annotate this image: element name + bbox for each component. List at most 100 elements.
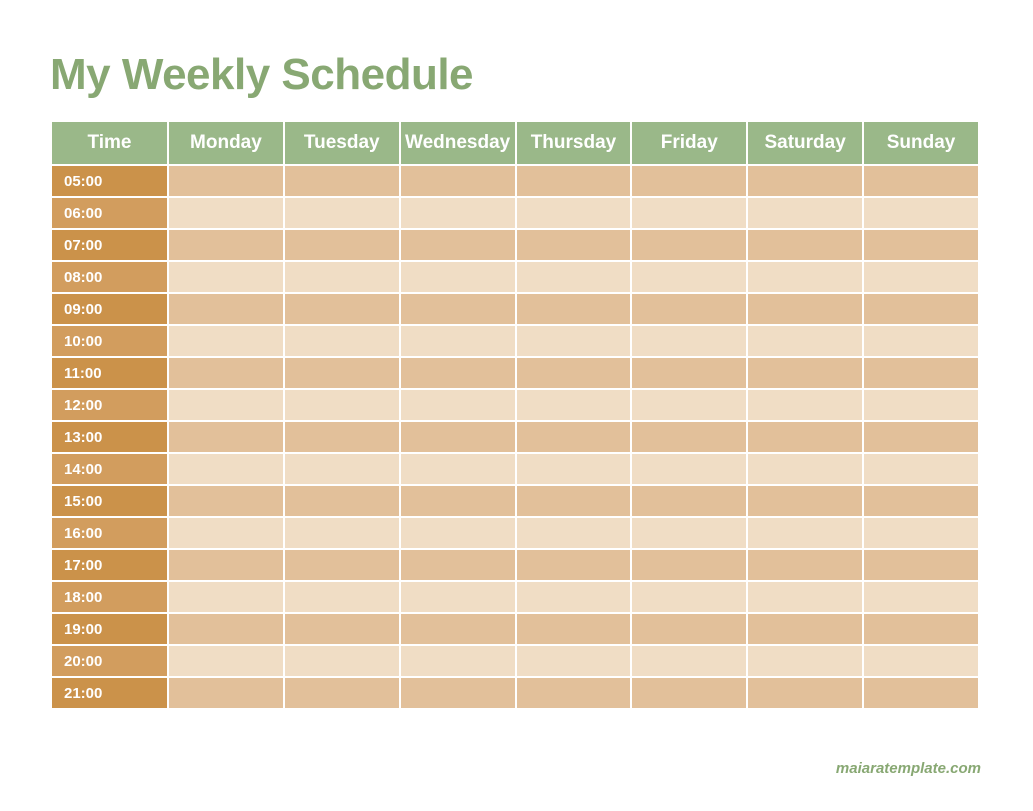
schedule-cell[interactable] [169,198,283,228]
schedule-cell[interactable] [864,518,978,548]
schedule-cell[interactable] [748,518,862,548]
schedule-cell[interactable] [632,262,746,292]
schedule-cell[interactable] [864,646,978,676]
schedule-cell[interactable] [517,582,631,612]
schedule-cell[interactable] [401,358,515,388]
schedule-cell[interactable] [748,678,862,708]
schedule-cell[interactable] [748,550,862,580]
schedule-cell[interactable] [285,326,399,356]
schedule-cell[interactable] [632,678,746,708]
schedule-cell[interactable] [285,646,399,676]
schedule-cell[interactable] [401,646,515,676]
schedule-cell[interactable] [285,166,399,196]
schedule-cell[interactable] [401,198,515,228]
schedule-cell[interactable] [517,486,631,516]
schedule-cell[interactable] [517,454,631,484]
schedule-cell[interactable] [285,422,399,452]
schedule-cell[interactable] [748,166,862,196]
schedule-cell[interactable] [632,358,746,388]
schedule-cell[interactable] [517,230,631,260]
schedule-cell[interactable] [632,614,746,644]
schedule-cell[interactable] [632,198,746,228]
schedule-cell[interactable] [632,486,746,516]
schedule-cell[interactable] [401,518,515,548]
schedule-cell[interactable] [169,518,283,548]
schedule-cell[interactable] [401,422,515,452]
schedule-cell[interactable] [169,326,283,356]
schedule-cell[interactable] [169,678,283,708]
schedule-cell[interactable] [632,582,746,612]
schedule-cell[interactable] [169,166,283,196]
schedule-cell[interactable] [632,550,746,580]
schedule-cell[interactable] [517,294,631,324]
schedule-cell[interactable] [632,518,746,548]
schedule-cell[interactable] [517,358,631,388]
schedule-cell[interactable] [517,550,631,580]
schedule-cell[interactable] [748,422,862,452]
schedule-cell[interactable] [285,582,399,612]
schedule-cell[interactable] [401,582,515,612]
schedule-cell[interactable] [169,262,283,292]
schedule-cell[interactable] [748,262,862,292]
schedule-cell[interactable] [748,614,862,644]
schedule-cell[interactable] [748,454,862,484]
schedule-cell[interactable] [285,294,399,324]
schedule-cell[interactable] [517,326,631,356]
schedule-cell[interactable] [401,166,515,196]
schedule-cell[interactable] [517,614,631,644]
schedule-cell[interactable] [285,230,399,260]
schedule-cell[interactable] [748,198,862,228]
schedule-cell[interactable] [285,614,399,644]
schedule-cell[interactable] [285,486,399,516]
schedule-cell[interactable] [517,646,631,676]
schedule-cell[interactable] [864,198,978,228]
schedule-cell[interactable] [169,390,283,420]
schedule-cell[interactable] [285,262,399,292]
schedule-cell[interactable] [401,262,515,292]
schedule-cell[interactable] [169,294,283,324]
schedule-cell[interactable] [864,390,978,420]
schedule-cell[interactable] [864,454,978,484]
schedule-cell[interactable] [864,582,978,612]
schedule-cell[interactable] [401,230,515,260]
schedule-cell[interactable] [748,230,862,260]
schedule-cell[interactable] [285,390,399,420]
schedule-cell[interactable] [864,166,978,196]
schedule-cell[interactable] [285,678,399,708]
schedule-cell[interactable] [748,646,862,676]
schedule-cell[interactable] [401,678,515,708]
schedule-cell[interactable] [632,230,746,260]
schedule-cell[interactable] [285,454,399,484]
schedule-cell[interactable] [748,486,862,516]
schedule-cell[interactable] [864,422,978,452]
schedule-cell[interactable] [517,166,631,196]
schedule-cell[interactable] [401,454,515,484]
schedule-cell[interactable] [748,358,862,388]
schedule-cell[interactable] [632,454,746,484]
schedule-cell[interactable] [517,198,631,228]
schedule-cell[interactable] [748,390,862,420]
schedule-cell[interactable] [748,326,862,356]
schedule-cell[interactable] [401,550,515,580]
schedule-cell[interactable] [517,678,631,708]
schedule-cell[interactable] [517,390,631,420]
schedule-cell[interactable] [401,326,515,356]
schedule-cell[interactable] [748,294,862,324]
schedule-cell[interactable] [632,326,746,356]
schedule-cell[interactable] [864,550,978,580]
schedule-cell[interactable] [169,358,283,388]
schedule-cell[interactable] [864,230,978,260]
schedule-cell[interactable] [401,294,515,324]
schedule-cell[interactable] [864,262,978,292]
schedule-cell[interactable] [517,518,631,548]
schedule-cell[interactable] [864,358,978,388]
schedule-cell[interactable] [632,390,746,420]
schedule-cell[interactable] [517,262,631,292]
schedule-cell[interactable] [169,614,283,644]
schedule-cell[interactable] [169,230,283,260]
schedule-cell[interactable] [169,582,283,612]
schedule-cell[interactable] [864,678,978,708]
schedule-cell[interactable] [632,646,746,676]
schedule-cell[interactable] [169,550,283,580]
schedule-cell[interactable] [748,582,862,612]
